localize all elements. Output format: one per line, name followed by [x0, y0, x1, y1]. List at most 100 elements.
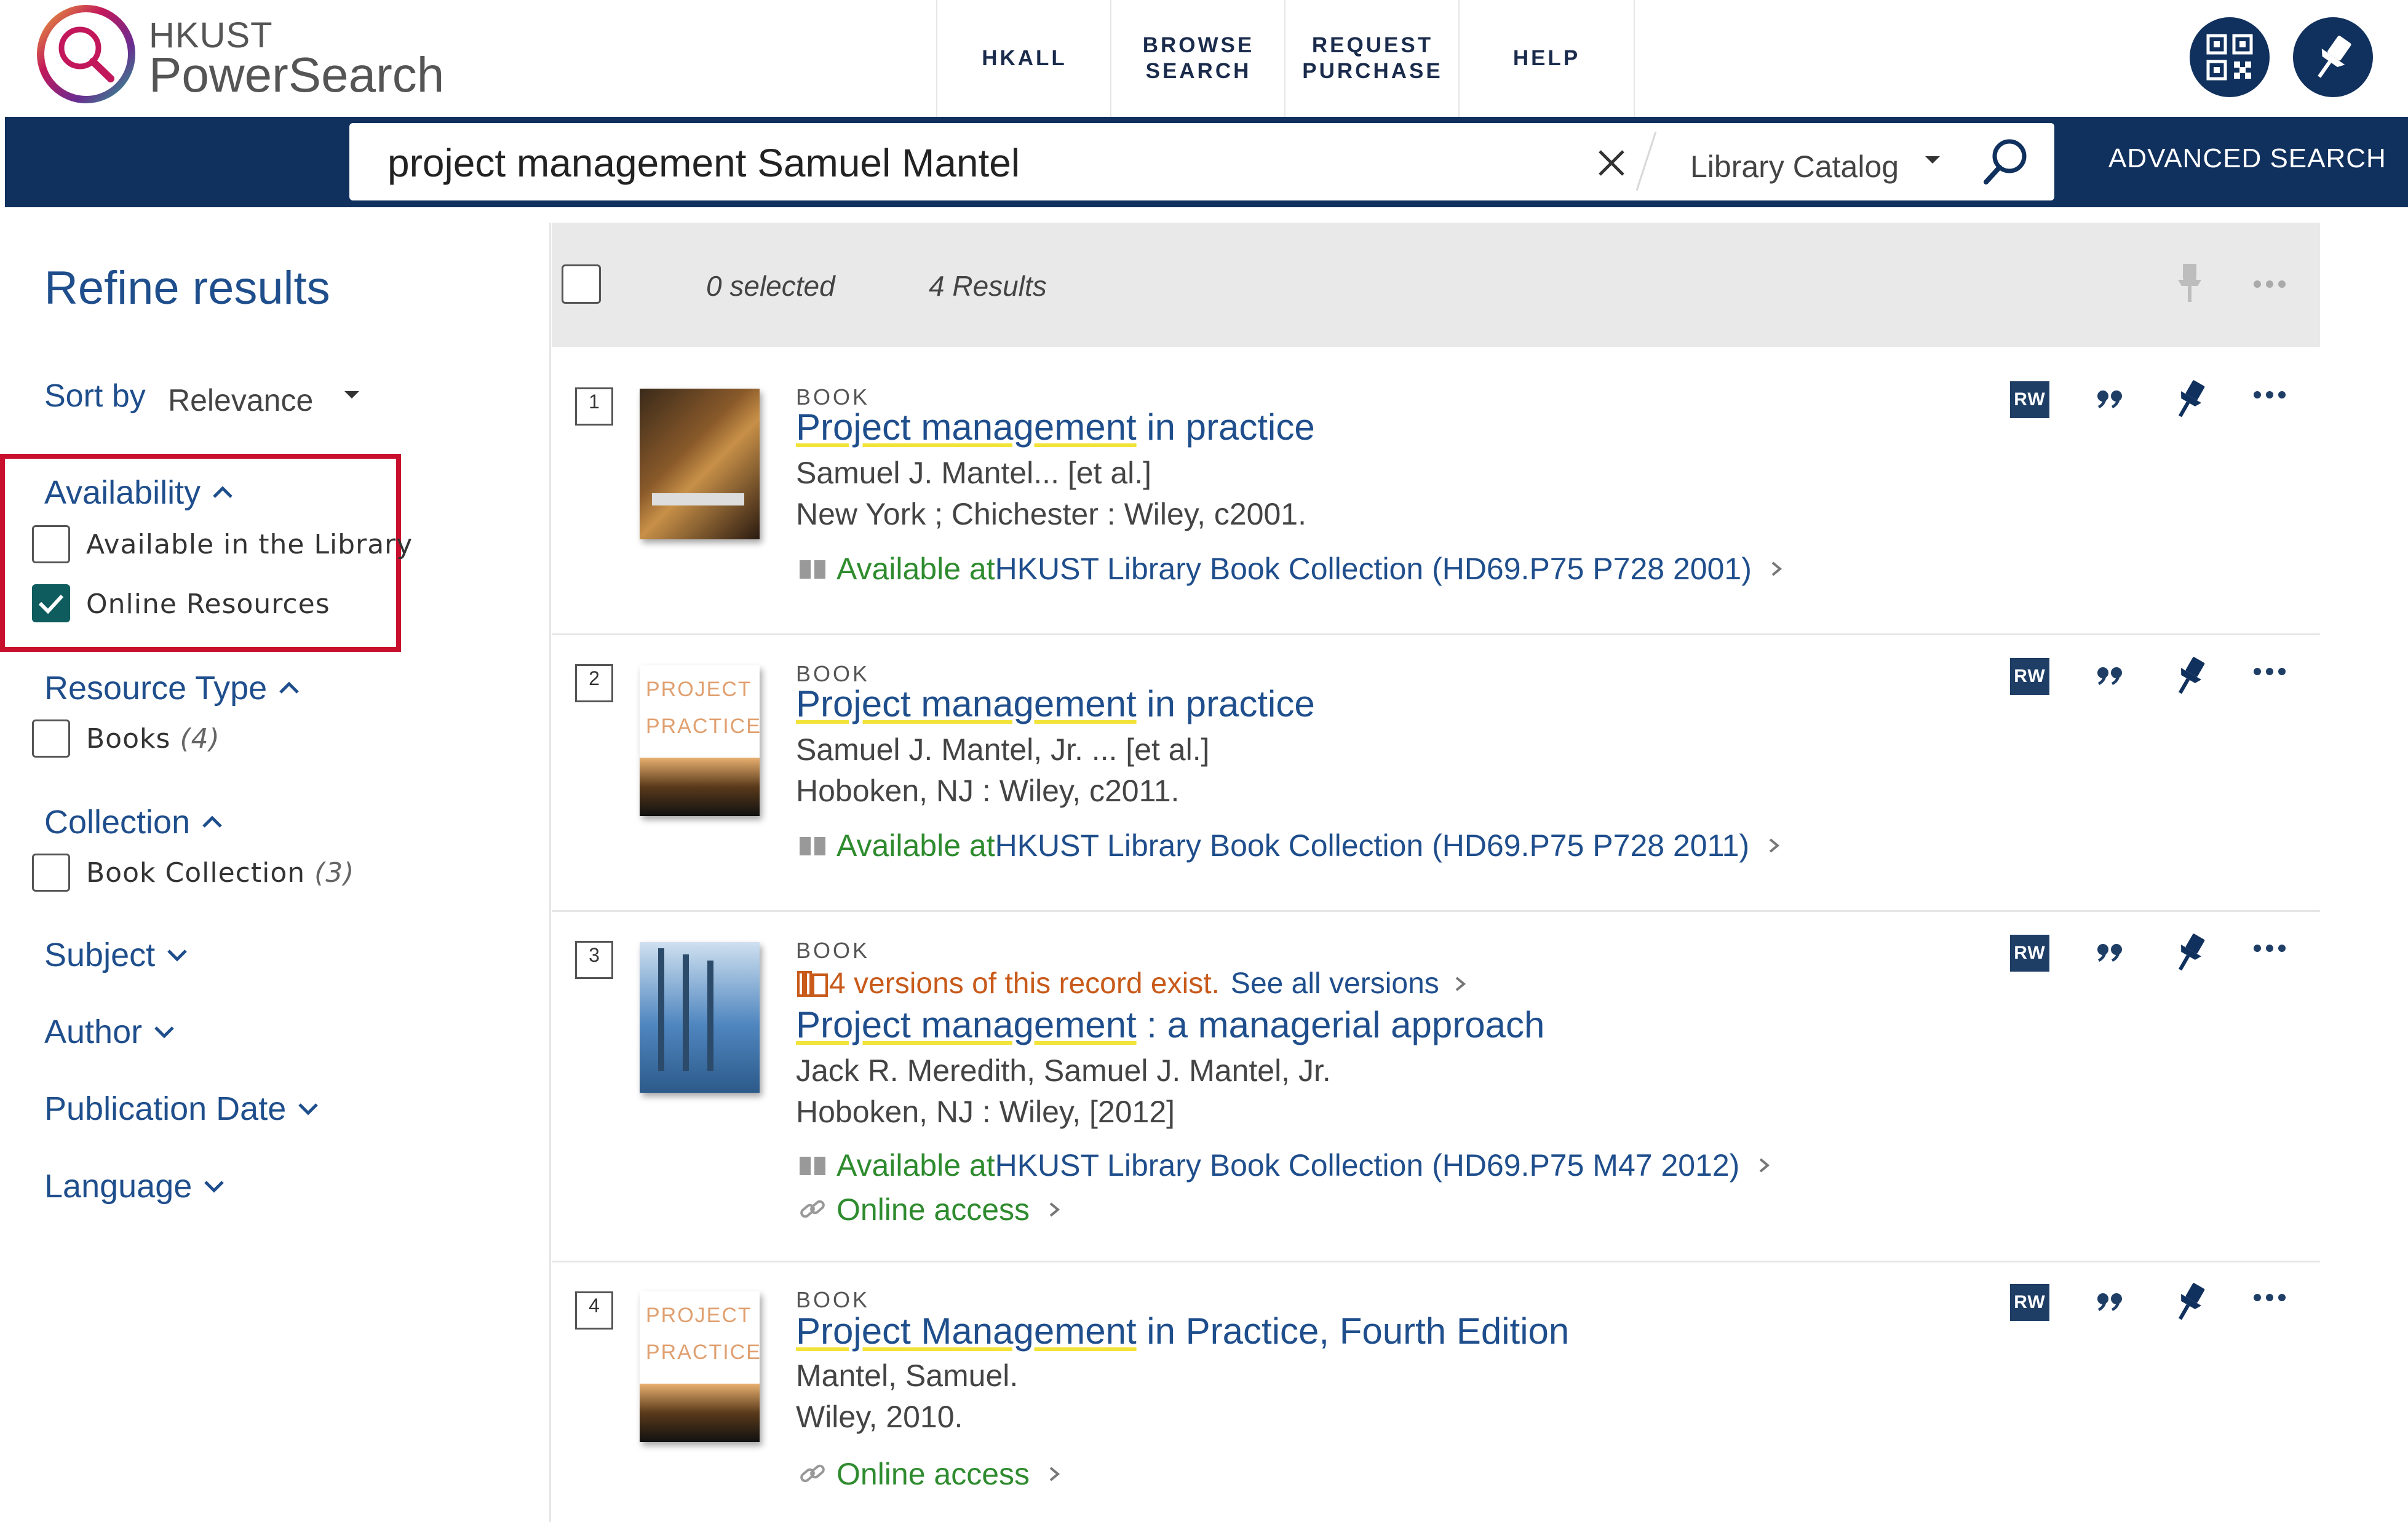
- online-access-link[interactable]: Online access: [796, 1192, 1067, 1227]
- facet-subject-heading[interactable]: Subject: [44, 936, 189, 974]
- more-icon[interactable]: [2251, 278, 2288, 290]
- result-title[interactable]: Project management in practice: [796, 683, 1315, 725]
- chevron-right-icon: [1771, 561, 1782, 576]
- book-icon: [800, 1157, 825, 1175]
- book-cover-image[interactable]: PROJECT PRACTICE: [640, 1291, 760, 1442]
- result-title[interactable]: Project management in practice: [796, 406, 1315, 448]
- results-count: 4 Results: [929, 270, 1047, 302]
- more-icon[interactable]: [2251, 942, 2288, 954]
- search-scope-select[interactable]: Library Catalog: [1690, 149, 1899, 184]
- pin-icon[interactable]: [2174, 932, 2205, 975]
- checkbox-books[interactable]: [32, 719, 70, 758]
- checkbox-online-resources[interactable]: [32, 584, 70, 622]
- nav-browse-search[interactable]: BROWSE SEARCH: [1110, 0, 1285, 117]
- facet-publication-date-heading[interactable]: Publication Date: [44, 1090, 320, 1128]
- availability-status[interactable]: Available at HKUST Library Book Collecti…: [796, 1147, 1776, 1183]
- see-all-versions-link[interactable]: See all versions: [1231, 967, 1439, 1001]
- result-separator: [552, 633, 2320, 635]
- book-icon: [800, 560, 825, 579]
- qr-code-icon: [2206, 34, 2253, 81]
- nav-help[interactable]: HELP: [1458, 0, 1635, 117]
- chevron-up-icon: [202, 815, 222, 828]
- results-divider: [549, 223, 551, 1522]
- pin-icon[interactable]: [2174, 261, 2205, 304]
- result-publication: Hoboken, NJ : Wiley, c2011.: [796, 774, 1180, 808]
- logo-magnifier-icon: [37, 5, 135, 103]
- sort-by-label: Sort by: [44, 378, 146, 414]
- selected-count: 0 selected: [706, 270, 835, 302]
- book-cover-image[interactable]: [640, 389, 760, 539]
- quote-icon[interactable]: [2094, 941, 2125, 965]
- availability-status[interactable]: Available at HKUST Library Book Collecti…: [796, 551, 1789, 587]
- facet-availability-label: Availability: [44, 474, 201, 511]
- quote-icon[interactable]: [2094, 1290, 2125, 1315]
- quote-icon[interactable]: [2094, 664, 2125, 689]
- facet-collection-heading[interactable]: Collection: [44, 803, 225, 841]
- result-publication: New York ; Chichester : Wiley, c2001.: [796, 497, 1306, 531]
- facet-language-label: Language: [44, 1168, 193, 1205]
- online-access-text: Online access: [836, 1192, 1030, 1227]
- chevron-down-icon: [298, 1103, 319, 1116]
- pin-icon[interactable]: [2174, 655, 2205, 698]
- facet-collection-label: Collection: [44, 804, 191, 841]
- quote-icon[interactable]: [2094, 387, 2125, 412]
- result-index: 4: [575, 1291, 613, 1330]
- versions-notice[interactable]: 4 versions of this record exist. See all…: [796, 967, 1472, 1001]
- pin-icon[interactable]: [2174, 1281, 2205, 1324]
- online-access-link[interactable]: Online access: [796, 1456, 1067, 1492]
- facet-availability-heading[interactable]: Availability: [44, 474, 235, 512]
- pin-icon[interactable]: [2174, 378, 2205, 421]
- checkbox-book-collection[interactable]: [32, 854, 70, 892]
- title-highlight: Project Management: [796, 1310, 1137, 1352]
- sort-by-select[interactable]: Relevance: [168, 382, 313, 418]
- facet-language-heading[interactable]: Language: [44, 1167, 226, 1205]
- title-highlight: Project management: [796, 1004, 1137, 1045]
- chevron-down-icon: [167, 949, 187, 962]
- result-title[interactable]: Project management : a managerial approa…: [796, 1004, 1544, 1046]
- chevron-up-icon: [213, 486, 232, 498]
- search-icon[interactable]: [1977, 134, 2033, 189]
- chevron-right-icon: [1760, 1158, 1770, 1173]
- nav-request-purchase[interactable]: REQUEST PURCHASE: [1284, 0, 1460, 117]
- books-label-text: Books: [86, 723, 171, 755]
- refworks-button[interactable]: RW: [2010, 381, 2049, 418]
- availability-label: Available at: [836, 552, 995, 586]
- result-title[interactable]: Project Management in Practice, Fourth E…: [796, 1310, 1569, 1352]
- result-separator: [552, 910, 2320, 912]
- result-authors: Samuel J. Mantel, Jr. ... [et al.]: [796, 732, 1210, 767]
- result-index: 2: [575, 664, 613, 702]
- book-cover-image[interactable]: PROJECT PRACTICE: [640, 665, 760, 816]
- chevron-right-icon: [1769, 838, 1780, 853]
- more-icon[interactable]: [2251, 665, 2288, 678]
- checkbox-label-books: Books (4): [86, 723, 220, 755]
- result-type: BOOK: [796, 1287, 870, 1312]
- nav-hkall[interactable]: HKALL: [936, 0, 1111, 117]
- book-collection-label-text: Book Collection: [86, 857, 306, 889]
- facet-subject-label: Subject: [44, 937, 156, 973]
- qr-code-button[interactable]: [2190, 17, 2270, 97]
- title-rest: in practice: [1136, 406, 1315, 448]
- availability-label: Available at: [836, 1148, 995, 1183]
- advanced-search-link[interactable]: ADVANCED SEARCH: [2108, 143, 2386, 174]
- facet-author-heading[interactable]: Author: [44, 1013, 177, 1051]
- refworks-button[interactable]: RW: [2010, 935, 2049, 972]
- more-icon[interactable]: [2251, 1291, 2288, 1304]
- refine-results-title: Refine results: [44, 262, 330, 314]
- caret-down-icon[interactable]: [1924, 154, 1941, 166]
- facet-resource-type-heading[interactable]: Resource Type: [44, 669, 301, 707]
- refworks-button[interactable]: RW: [2010, 658, 2049, 695]
- pin-icon: [2318, 36, 2351, 78]
- caret-down-icon[interactable]: [343, 389, 360, 401]
- search-query-text[interactable]: project management Samuel Mantel: [387, 140, 1020, 186]
- availability-status[interactable]: Available at HKUST Library Book Collecti…: [796, 828, 1786, 863]
- checkbox-label-book-collection: Book Collection (3): [86, 857, 354, 889]
- close-icon[interactable]: [1596, 148, 1627, 178]
- pinned-items-button[interactable]: [2293, 17, 2373, 97]
- refworks-button[interactable]: RW: [2010, 1284, 2049, 1321]
- select-all-checkbox[interactable]: [562, 264, 601, 304]
- book-cover-image[interactable]: [640, 942, 760, 1093]
- checkbox-label-available-in-library: Available in the Library: [86, 529, 413, 560]
- more-icon[interactable]: [2251, 389, 2288, 401]
- checkbox-available-in-library[interactable]: [32, 525, 70, 563]
- hkust-powersearch-logo[interactable]: HKUST PowerSearch: [31, 0, 444, 111]
